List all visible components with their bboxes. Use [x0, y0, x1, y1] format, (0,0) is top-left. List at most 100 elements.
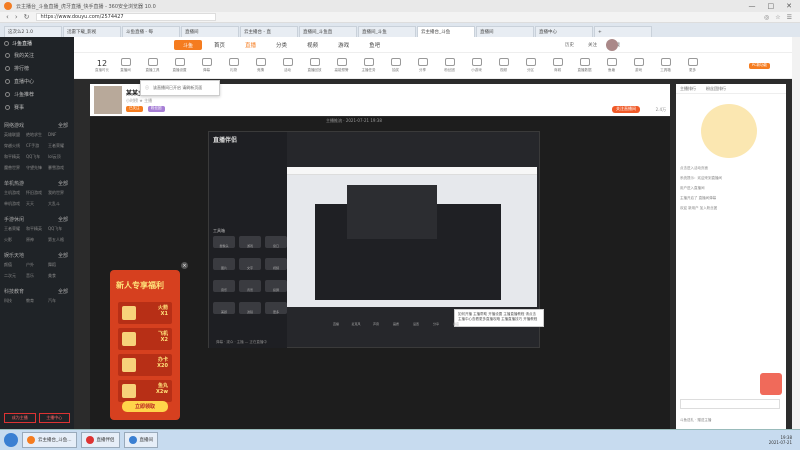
browser-tab[interactable]: 云主播台 - 直	[240, 26, 298, 37]
sidebar-category-link[interactable]: lol云顶	[48, 152, 70, 161]
browser-tab[interactable]: 直播间	[181, 26, 239, 37]
sidebar-category-link[interactable]: 守望先锋	[26, 163, 48, 172]
sidebar-item[interactable]: 直播中心	[0, 75, 74, 88]
sidebar-section-more[interactable]: 全部	[58, 180, 68, 187]
sidebar-category-link[interactable]: 单机游戏	[4, 199, 26, 208]
stream-tool-button[interactable]: 声音	[370, 322, 382, 326]
sidebar-category-link[interactable]: 主机游戏	[4, 188, 26, 197]
sidebar-category-link[interactable]: 大乱斗	[48, 199, 70, 208]
category-item[interactable]: 直播间	[112, 58, 139, 73]
category-item[interactable]: 弹幕	[193, 58, 220, 73]
sidebar-item[interactable]: 斗鱼推荐	[0, 88, 74, 101]
sidebar-category-link[interactable]: 舞蹈	[48, 260, 70, 269]
menu-icon[interactable]: ☰	[787, 14, 792, 21]
tool-button[interactable]: 更多	[265, 302, 287, 314]
category-item[interactable]: 高能预警	[328, 58, 355, 73]
page-scrollbar[interactable]	[792, 37, 800, 429]
sidebar-category-link[interactable]: 绝地求生	[26, 130, 48, 139]
topnav-item[interactable]: 视频	[307, 41, 318, 49]
sidebar-category-link[interactable]: 和平精英	[26, 224, 48, 233]
topnav-item[interactable]: 游戏	[338, 41, 349, 49]
followed-button[interactable]: 已关注	[126, 106, 143, 112]
sidebar-category-link[interactable]: 科技	[4, 296, 26, 305]
url-field[interactable]: https://www.douyu.com/2574427	[35, 13, 216, 21]
sidebar-category-link[interactable]: 教育	[26, 296, 48, 305]
close-icon[interactable]: ×	[181, 262, 188, 269]
become-streamer-button[interactable]: 成为主播	[4, 413, 36, 423]
category-item[interactable]: 抽奖	[382, 58, 409, 73]
category-item[interactable]: 小游戏	[463, 58, 490, 73]
tool-button[interactable]: 文字	[239, 258, 261, 270]
category-item[interactable]: 直播回放	[301, 58, 328, 73]
tool-button[interactable]: 美颜	[213, 302, 235, 314]
stream-tool-button[interactable]: 商店	[450, 322, 462, 326]
sidebar-category-link[interactable]: 第五人格	[48, 235, 70, 244]
browser-tab[interactable]: +	[594, 26, 652, 37]
tool-button[interactable]: 音乐	[213, 280, 235, 292]
taskbar-button[interactable]: 云主播台_斗鱼...	[22, 432, 77, 448]
category-item[interactable]: 视频	[490, 58, 517, 73]
sidebar-category-link[interactable]: 魔兽世界	[4, 163, 26, 172]
extension-icon[interactable]: ◎	[764, 14, 769, 21]
streamer-avatar[interactable]	[94, 86, 122, 114]
sidebar-category-link[interactable]: 美食	[48, 271, 70, 280]
sidebar-category-link[interactable]: DNF	[48, 130, 70, 139]
site-logo[interactable]: 斗鱼	[174, 40, 202, 50]
topnav-item[interactable]: 直播	[245, 41, 256, 49]
user-avatar[interactable]	[606, 39, 618, 51]
browser-tab[interactable]: 云主播台_斗鱼	[417, 26, 475, 37]
sidebar-item[interactable]: 排行榜	[0, 62, 74, 75]
category-item[interactable]: 直播数据	[571, 58, 598, 73]
sidebar-category-link[interactable]: 暴雪游戏	[48, 163, 70, 172]
browser-tab[interactable]: 直播中心	[535, 26, 593, 37]
stream-tool-button[interactable]: 设置	[410, 322, 422, 326]
category-item[interactable]: 直播工具	[139, 58, 166, 73]
category-item[interactable]: 主播任务	[355, 58, 382, 73]
stream-tool-button[interactable]: 麦克风	[350, 322, 362, 326]
newbie-gift-banner[interactable]: × 新人专享福利 火箭 X1 飞机 X2 办卡 X20 鱼丸 X2w 立即领取	[110, 262, 188, 420]
sidebar-category-link[interactable]: 王者荣耀	[48, 141, 70, 150]
subscribe-button[interactable]: 关注直播间	[612, 106, 640, 113]
category-item[interactable]: 粉丝团	[436, 58, 463, 73]
sidebar-category-link[interactable]: 户外	[26, 260, 48, 269]
tool-button[interactable]: 背景	[239, 280, 261, 292]
claim-button[interactable]: 立即领取	[122, 401, 168, 412]
category-item[interactable]: 分区	[517, 58, 544, 73]
sidebar-category-link[interactable]: QQ飞车	[26, 152, 48, 161]
sidebar-category-link[interactable]: 我的世界	[48, 188, 70, 197]
gift-icon[interactable]	[760, 373, 782, 395]
category-item[interactable]: 工具箱	[652, 58, 679, 73]
category-item[interactable]: 鱼塘	[598, 58, 625, 73]
stream-tool-button[interactable]: 分享	[430, 322, 442, 326]
category-item[interactable]: 更多	[679, 58, 706, 73]
follow-link[interactable]: 关注	[588, 42, 597, 48]
back-icon[interactable]: ‹	[6, 13, 9, 21]
sidebar-category-link[interactable]: 和平精英	[4, 152, 26, 161]
taskbar-button[interactable]: 直播间	[123, 432, 159, 448]
browser-tab[interactable]: 直播间_斗鱼直	[299, 26, 357, 37]
sidebar-category-link[interactable]: 汽车	[48, 296, 70, 305]
start-button[interactable]	[4, 433, 18, 447]
sidebar-section-more[interactable]: 全部	[58, 122, 68, 129]
streamer-center-button[interactable]: 主播中心	[38, 413, 70, 423]
sidebar-category-link[interactable]: 天天	[26, 199, 48, 208]
forward-icon[interactable]: ›	[15, 13, 18, 21]
sidebar-category-link[interactable]: 颜值	[4, 260, 26, 269]
category-item[interactable]: 竞猜	[247, 58, 274, 73]
stream-tool-button[interactable]: 画质	[390, 322, 402, 326]
tool-button[interactable]: 窗口	[265, 236, 287, 248]
minimize-button[interactable]: —	[749, 2, 756, 10]
tool-button[interactable]: 视频	[265, 258, 287, 270]
category-item[interactable]: 游戏	[625, 58, 652, 73]
topnav-item[interactable]: 首页	[214, 41, 225, 49]
tool-button[interactable]: 投屏	[265, 280, 287, 292]
category-item[interactable]: 商城	[544, 58, 571, 73]
sidebar-section-more[interactable]: 全部	[58, 288, 68, 295]
sidebar-category-link[interactable]: 音乐	[26, 271, 48, 280]
refresh-icon[interactable]: ↻	[24, 13, 30, 21]
sidebar-category-link[interactable]: 二次元	[4, 271, 26, 280]
sidebar-section-more[interactable]: 全部	[58, 216, 68, 223]
sidebar-section-more[interactable]: 全部	[58, 252, 68, 259]
sidebar-category-link[interactable]: QQ飞车	[48, 224, 70, 233]
chat-input[interactable]	[680, 399, 780, 409]
